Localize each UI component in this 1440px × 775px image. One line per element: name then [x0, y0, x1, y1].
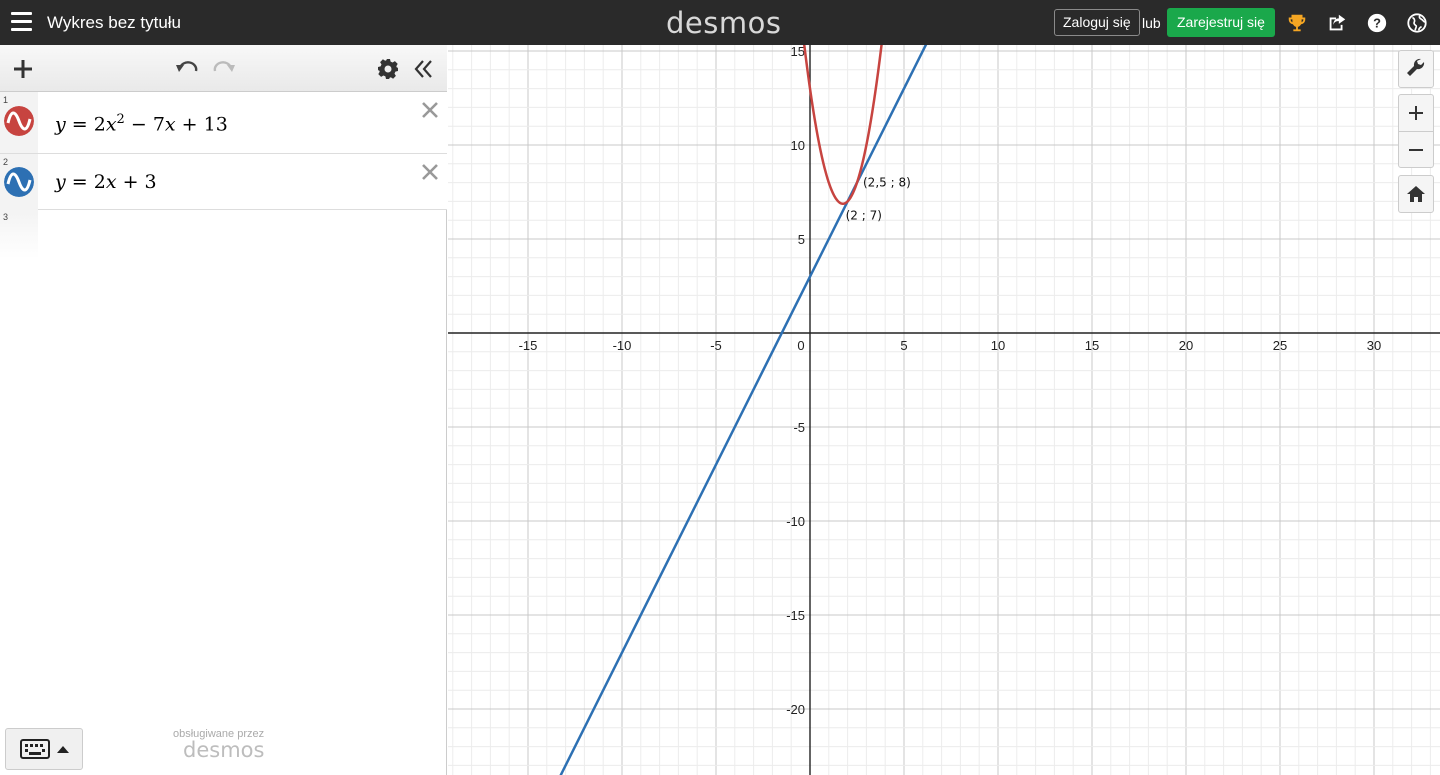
x-tick-label: 30: [1367, 338, 1381, 353]
top-bar: Wykres bez tytułu desmos Zaloguj się lub…: [0, 0, 1440, 45]
expression-latex[interactable]: y = 2x2 − 7x + 13: [55, 112, 228, 135]
keypad-toggle-button[interactable]: [5, 728, 83, 770]
or-text: lub: [1142, 15, 1161, 31]
globe-icon[interactable]: [1406, 12, 1428, 34]
home-controls: [1398, 175, 1434, 213]
collapse-panel-icon[interactable]: [412, 57, 436, 81]
home-icon[interactable]: [1399, 176, 1433, 212]
y-tick-label: -5: [793, 420, 805, 435]
undo-icon[interactable]: [175, 57, 199, 81]
login-button[interactable]: Zaloguj się: [1054, 9, 1140, 36]
trophy-icon[interactable]: [1286, 12, 1308, 34]
x-tick-label: 5: [900, 338, 907, 353]
expression-row-1[interactable]: 1 y = 2x2 − 7x + 13: [0, 92, 447, 154]
expression-toolbar: [0, 45, 447, 92]
expression-row-2[interactable]: 2 y = 2x + 3: [0, 154, 447, 210]
x-tick-label: 25: [1273, 338, 1287, 353]
help-icon[interactable]: ?: [1366, 12, 1388, 34]
graph-visibility-toggle-icon[interactable]: [4, 167, 34, 197]
expression-gutter: 2: [0, 154, 38, 209]
menu-icon[interactable]: [11, 12, 32, 32]
expression-panel: 1 y = 2x2 − 7x + 13 2 y = 2x + 3 3 obsłu…: [0, 45, 447, 775]
signup-button[interactable]: Zarejestruj się: [1167, 8, 1275, 37]
wrench-icon[interactable]: [1399, 51, 1433, 87]
expression-gutter: 1: [0, 92, 38, 153]
add-icon[interactable]: [11, 57, 35, 81]
y-tick-label: -20: [786, 702, 805, 717]
zoom-controls: [1398, 94, 1434, 168]
delete-expression-icon[interactable]: [420, 162, 440, 182]
graph-canvas[interactable]: -15 -10 -5 0 5 10 15 20 25 30 15 10 5 -5 -10 -15 -20 (2,5…: [448, 45, 1440, 775]
caret-up-icon: [57, 746, 69, 753]
keyboard-icon: [20, 739, 50, 759]
graph-settings-panel: [1398, 50, 1434, 88]
desmos-logo: desmos: [666, 6, 782, 40]
point-label: (2 ; 7): [846, 208, 882, 222]
graph-title[interactable]: Wykres bez tytułu: [47, 13, 181, 33]
zoom-in-icon[interactable]: [1399, 95, 1433, 131]
x-tick-label: 10: [991, 338, 1005, 353]
zoom-out-icon[interactable]: [1399, 132, 1433, 168]
expression-number: 2: [3, 157, 9, 167]
delete-expression-icon[interactable]: [420, 100, 440, 120]
y-tick-label: 5: [798, 232, 805, 247]
y-tick-label: 10: [791, 138, 805, 153]
share-icon[interactable]: [1326, 12, 1348, 34]
svg-text:?: ?: [1373, 16, 1381, 31]
y-tick-label: -10: [786, 514, 805, 529]
redo-icon[interactable]: [212, 57, 236, 81]
y-tick-label: -15: [786, 608, 805, 623]
expression-number: 3: [3, 212, 9, 222]
settings-gear-icon[interactable]: [376, 57, 400, 81]
x-tick-label: 0: [797, 338, 804, 353]
graph-paper[interactable]: -15 -10 -5 0 5 10 15 20 25 30 15 10 5 -5 -10 -15 -20 (2,5…: [448, 45, 1440, 775]
x-tick-label: 20: [1179, 338, 1193, 353]
expression-number: 1: [3, 95, 9, 105]
powered-by-logo[interactable]: desmos: [183, 738, 264, 762]
x-tick-label: -5: [710, 338, 722, 353]
x-tick-label: -15: [519, 338, 538, 353]
x-tick-label: 15: [1085, 338, 1099, 353]
x-tick-label: -10: [613, 338, 632, 353]
graph-visibility-toggle-icon[interactable]: [4, 106, 34, 136]
point-label: (2,5 ; 8): [863, 176, 911, 190]
expression-row-3[interactable]: 3: [0, 209, 38, 259]
y-tick-label: 15: [791, 45, 805, 59]
expression-latex[interactable]: y = 2x + 3: [55, 171, 157, 193]
